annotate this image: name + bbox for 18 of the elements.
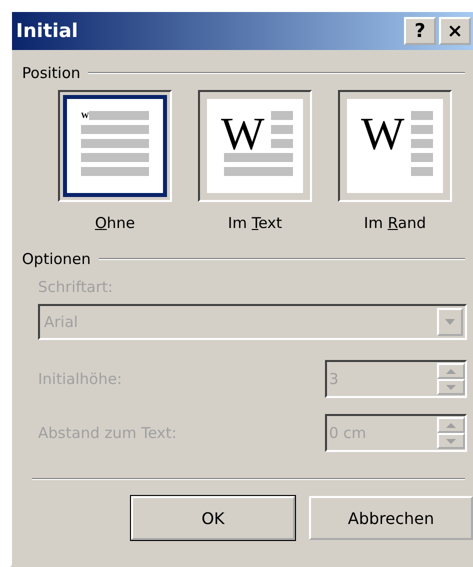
option-label: Im Rand <box>364 214 426 232</box>
option-label: Im Text <box>228 214 282 232</box>
option-label: Ohne <box>94 214 136 232</box>
cancel-button[interactable]: Abbrechen <box>309 496 473 540</box>
window-title: Initial <box>16 20 78 42</box>
position-option[interactable]: W <box>338 90 452 202</box>
group-label: Position <box>22 64 80 82</box>
initial-letter: W <box>221 108 264 159</box>
help-button[interactable]: ? <box>404 17 436 45</box>
position-option[interactable]: W <box>198 90 312 202</box>
initial-letter: W <box>81 111 89 120</box>
group-label: Optionen <box>22 250 91 268</box>
text-lines-drawing <box>411 111 433 176</box>
close-button[interactable]: × <box>439 17 471 45</box>
ok-button[interactable]: OK <box>131 496 295 540</box>
text-lines-drawing <box>81 111 149 176</box>
position-option[interactable]: W <box>58 90 172 202</box>
initial-letter: W <box>361 108 404 159</box>
